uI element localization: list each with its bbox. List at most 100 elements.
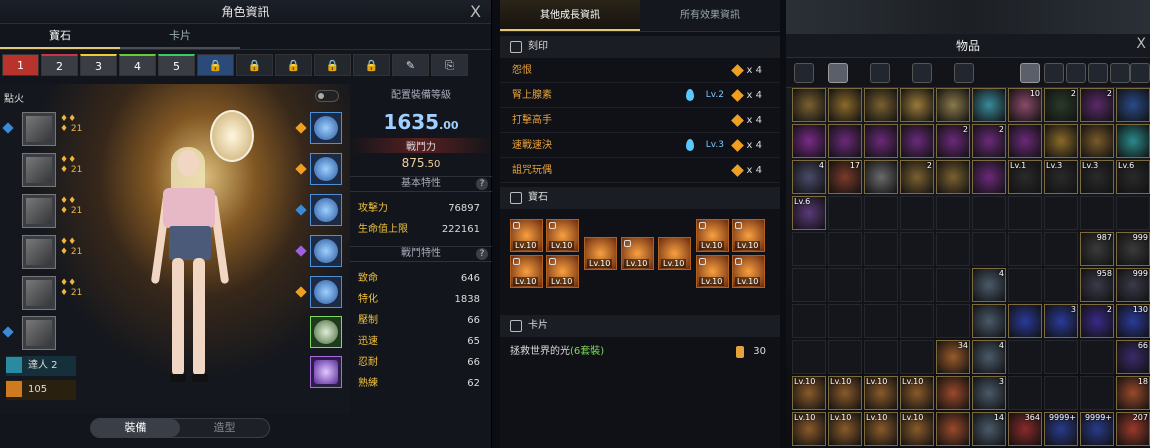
gem-slot[interactable]: Lv.10 <box>696 255 729 288</box>
lock-icon[interactable]: 🔒 <box>197 54 234 76</box>
equip-slot-gloves[interactable] <box>22 276 56 310</box>
inventory-item[interactable]: 18 <box>1116 376 1150 410</box>
inventory-item[interactable] <box>936 88 970 122</box>
inventory-item[interactable] <box>1116 124 1150 158</box>
inventory-slot[interactable] <box>1044 232 1078 266</box>
tab-equipment[interactable]: 裝備 <box>91 419 180 437</box>
inventory-item[interactable] <box>1116 88 1150 122</box>
inventory-item[interactable]: 66 <box>1116 340 1150 374</box>
card-set-row[interactable]: 拯救世界的光(6套裝) 30 <box>500 337 780 367</box>
inventory-slot[interactable] <box>900 196 934 230</box>
bracelet-slot[interactable] <box>310 356 342 388</box>
inventory-slot[interactable] <box>936 232 970 266</box>
tab-cards[interactable]: 卡片 <box>120 24 240 49</box>
inventory-item[interactable]: 999 <box>1116 232 1150 266</box>
inventory-item[interactable] <box>864 124 898 158</box>
toggle-switch[interactable] <box>315 90 339 102</box>
inventory-slot[interactable] <box>792 268 826 302</box>
inventory-item[interactable]: Lv.10 <box>792 412 826 446</box>
paw-icon[interactable] <box>1110 63 1130 83</box>
pot-icon[interactable] <box>1066 63 1086 83</box>
tab-other-growth[interactable]: 其他成長資訊 <box>500 0 640 31</box>
tab-all-effects[interactable]: 所有效果資訊 <box>640 0 780 31</box>
crossed-swords-icon[interactable] <box>1044 63 1064 83</box>
engraving-row[interactable]: 詛咒玩偶 x 4 <box>500 158 780 183</box>
equip-slot-pants[interactable] <box>22 235 56 269</box>
grid-view-icon[interactable] <box>794 63 814 83</box>
inventory-item[interactable] <box>972 88 1006 122</box>
inventory-slot[interactable] <box>828 232 862 266</box>
inventory-item[interactable]: Lv.3 <box>1044 160 1078 194</box>
inventory-item[interactable]: 3 <box>972 376 1006 410</box>
inventory-slot[interactable] <box>972 232 1006 266</box>
engraving-row[interactable]: 速戰速決 Lv.3 x 4 <box>500 133 780 158</box>
inventory-item[interactable] <box>792 124 826 158</box>
preset-3[interactable]: 3 <box>80 54 117 76</box>
inventory-slot[interactable] <box>864 340 898 374</box>
inventory-slot[interactable] <box>1080 196 1114 230</box>
gem-slot[interactable]: Lv.10 <box>732 255 765 288</box>
inventory-item[interactable] <box>972 304 1006 338</box>
gem-slot[interactable]: Lv.10 <box>546 219 579 252</box>
inventory-item[interactable]: 364 <box>1008 412 1042 446</box>
inventory-item[interactable]: 987 <box>1080 232 1114 266</box>
accessory-slot-ring[interactable] <box>310 276 342 308</box>
help-icon[interactable]: ? <box>476 178 488 190</box>
inventory-slot[interactable] <box>828 268 862 302</box>
inventory-item[interactable] <box>1008 124 1042 158</box>
engraving-row[interactable]: 怨恨 x 4 <box>500 58 780 83</box>
inventory-item[interactable]: Lv.10 <box>900 376 934 410</box>
gem-slot[interactable]: Lv.10 <box>621 237 654 270</box>
inventory-item[interactable] <box>900 88 934 122</box>
inventory-item[interactable]: 999 <box>1116 268 1150 302</box>
gem-slot[interactable]: Lv.10 <box>584 237 617 270</box>
gem-slot[interactable]: Lv.10 <box>732 219 765 252</box>
inventory-slot[interactable] <box>900 268 934 302</box>
inventory-item[interactable]: Lv.10 <box>900 412 934 446</box>
inventory-item[interactable]: 958 <box>1080 268 1114 302</box>
inventory-item[interactable]: Lv.6 <box>792 196 826 230</box>
inventory-slot[interactable] <box>792 340 826 374</box>
gem-slot[interactable]: Lv.10 <box>546 255 579 288</box>
inventory-item[interactable] <box>1008 304 1042 338</box>
bag-icon[interactable] <box>828 63 848 83</box>
gem-slot[interactable]: Lv.10 <box>510 219 543 252</box>
inventory-item[interactable]: 2 <box>1080 88 1114 122</box>
preset-save-icon[interactable]: ⎘ <box>431 54 468 76</box>
inventory-slot[interactable] <box>864 232 898 266</box>
inventory-item[interactable]: 9999+ <box>1080 412 1114 446</box>
inventory-item[interactable]: 4 <box>972 268 1006 302</box>
gem-icon[interactable] <box>1088 63 1108 83</box>
book-icon[interactable] <box>912 63 932 83</box>
inventory-slot[interactable] <box>1044 340 1078 374</box>
inventory-slot[interactable] <box>1044 196 1078 230</box>
inventory-slot[interactable] <box>1008 340 1042 374</box>
inventory-item[interactable]: 9999+ <box>1044 412 1078 446</box>
inventory-slot[interactable] <box>1008 232 1042 266</box>
inventory-item[interactable] <box>828 124 862 158</box>
inventory-item[interactable]: 2 <box>1080 304 1114 338</box>
engraving-row[interactable]: 打擊高手 x 4 <box>500 108 780 133</box>
inventory-item[interactable] <box>900 124 934 158</box>
inventory-item[interactable]: Lv.6 <box>1116 160 1150 194</box>
preset-5[interactable]: 5 <box>158 54 195 76</box>
inventory-item[interactable]: 3 <box>1044 304 1078 338</box>
inventory-slot[interactable] <box>972 196 1006 230</box>
inventory-item[interactable]: 4 <box>792 160 826 194</box>
inventory-slot[interactable] <box>864 268 898 302</box>
inventory-item[interactable] <box>864 88 898 122</box>
inventory-slot[interactable] <box>900 232 934 266</box>
accessory-slot-necklace[interactable] <box>310 112 342 144</box>
inventory-slot[interactable] <box>828 340 862 374</box>
gem-slot[interactable]: Lv.10 <box>658 237 691 270</box>
inventory-item[interactable]: Lv.10 <box>792 376 826 410</box>
inventory-slot[interactable] <box>900 340 934 374</box>
inventory-slot[interactable] <box>1008 268 1042 302</box>
inventory-item[interactable]: 207 <box>1116 412 1150 446</box>
tab-appearance[interactable]: 造型 <box>180 419 269 437</box>
inventory-item[interactable]: 14 <box>972 412 1006 446</box>
preset-2[interactable]: 2 <box>41 54 78 76</box>
inventory-item[interactable]: 2 <box>900 160 934 194</box>
inventory-slot[interactable] <box>1044 376 1078 410</box>
inventory-slot[interactable] <box>1008 196 1042 230</box>
